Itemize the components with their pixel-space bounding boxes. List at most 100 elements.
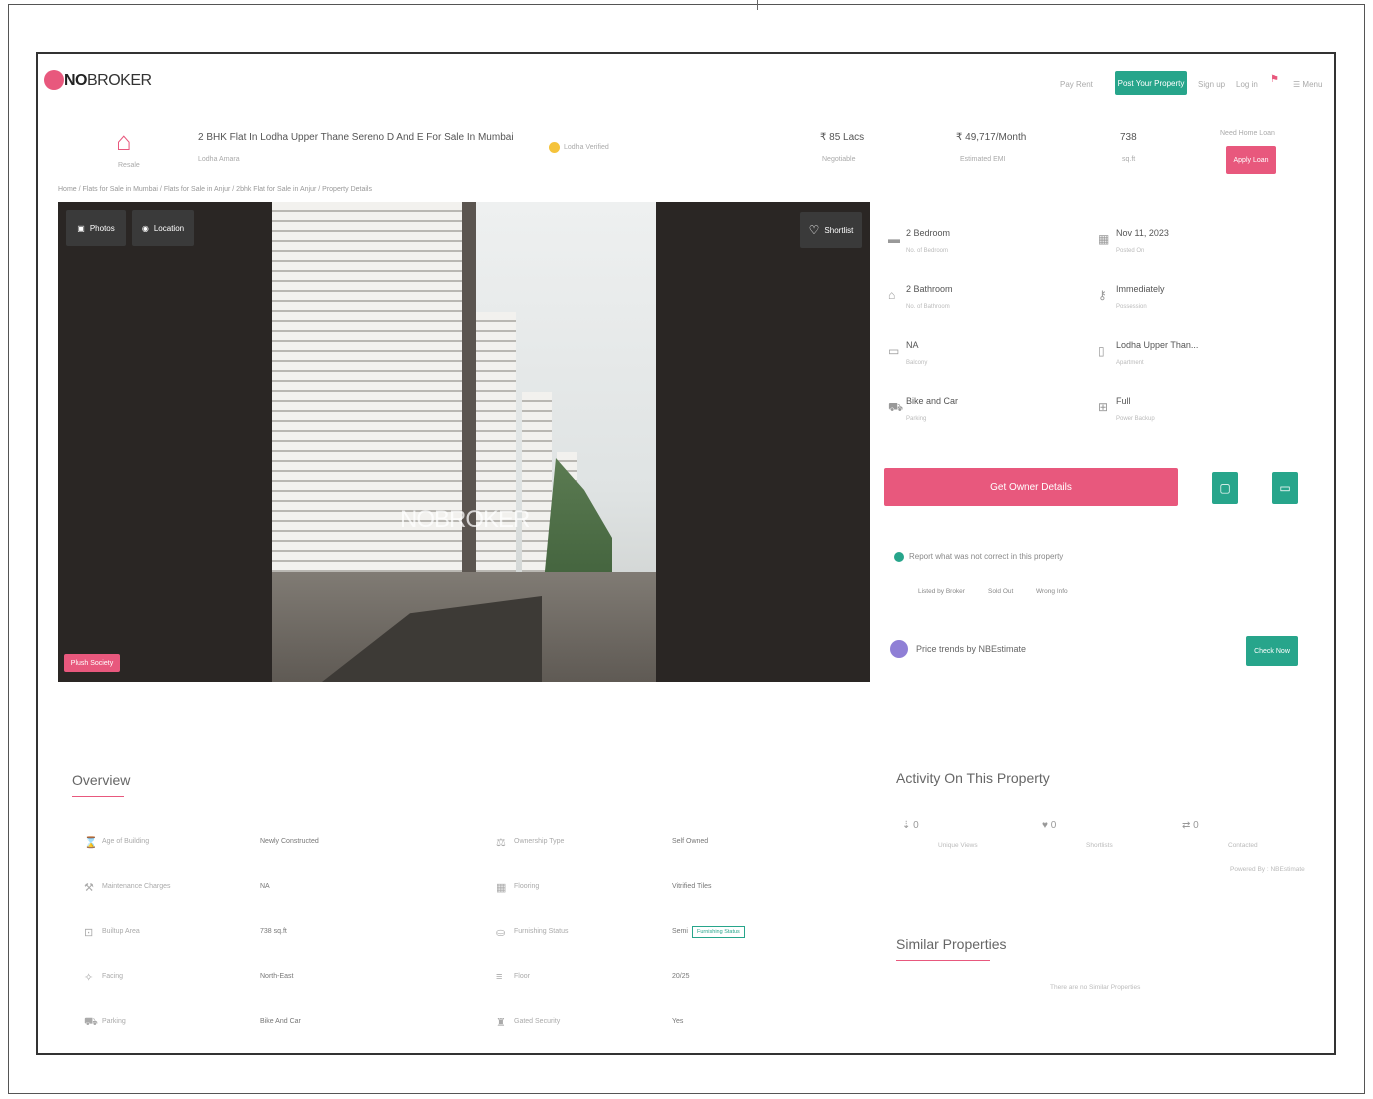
- estimate-icon: [890, 640, 908, 658]
- maintenance-icon: ⚒: [84, 882, 94, 894]
- similar-empty-text: There are no Similar Properties: [1050, 984, 1141, 991]
- apply-loan-button[interactable]: Apply Loan: [1226, 146, 1276, 174]
- furnishing-icon: ⛀: [496, 927, 506, 939]
- notification-icon[interactable]: ⚑: [1270, 74, 1279, 85]
- loan-label: Need Home Loan: [1220, 130, 1275, 137]
- unique-views: ⇣ 0: [902, 820, 919, 831]
- facing-icon: ✧: [84, 972, 94, 984]
- location-button[interactable]: ◉ Location: [132, 210, 194, 246]
- overview-label: Builtup Area: [102, 928, 140, 935]
- parking-icon: ⛟: [84, 1016, 98, 1028]
- contacts: ⇄ 0: [1182, 820, 1199, 831]
- overview-label: Parking: [102, 1018, 126, 1025]
- overview-label: Ownership Type: [514, 838, 565, 845]
- report-text: Report what was not correct in this prop…: [909, 552, 1064, 561]
- overview-value: Newly Constructed: [260, 838, 319, 845]
- overview-value: Self Owned: [672, 838, 709, 845]
- photo-gallery[interactable]: NOBROKER ▣ Photos ◉ Location ♡ Shortlist Pl…: [58, 202, 870, 682]
- detail-value: Lodha Upper Than...: [1116, 340, 1199, 350]
- property-photo[interactable]: NOBROKER: [272, 202, 656, 682]
- breadcrumb[interactable]: Home / Flats for Sale in Mumbai / Flats …: [58, 186, 372, 193]
- overview-label: Flooring: [514, 883, 540, 890]
- unique-views-label: Unique Views: [938, 842, 978, 849]
- tag-listed-by-broker[interactable]: Listed by Broker: [918, 588, 965, 595]
- report-icon: [894, 552, 904, 562]
- overview-label: Facing: [102, 973, 124, 980]
- logo-icon[interactable]: [44, 70, 64, 90]
- chat-button[interactable]: ▭: [1272, 472, 1298, 504]
- menu-icon: ☰: [1293, 80, 1303, 89]
- calendar-icon: ▢: [1219, 481, 1231, 495]
- overview-title[interactable]: Overview: [72, 772, 130, 788]
- detail-label: Power Backup: [1116, 416, 1155, 422]
- views-icon: ⇣: [902, 820, 914, 831]
- check-now-button[interactable]: Check Now: [1246, 636, 1298, 666]
- menu-button[interactable]: ☰ Menu: [1293, 80, 1322, 89]
- emi-label: Estimated EMI: [960, 156, 1006, 163]
- nav-pay-rent[interactable]: Pay Rent: [1060, 80, 1093, 89]
- security-icon: ♜: [496, 1017, 506, 1029]
- verified-label: Lodha Verified: [564, 144, 609, 151]
- bed-icon: ▬: [888, 232, 900, 246]
- tag-wrong-info[interactable]: Wrong Info: [1036, 588, 1068, 595]
- similar-underline: [896, 960, 990, 961]
- calendar-button[interactable]: ▢: [1212, 472, 1238, 504]
- verified-icon: [549, 142, 560, 153]
- logo[interactable]: NOBROKER: [64, 72, 152, 90]
- area-label: sq.ft: [1122, 156, 1136, 163]
- overview-underline: [72, 796, 124, 797]
- shortlist-button[interactable]: ♡ Shortlist: [800, 212, 862, 248]
- page-screenshot: NOBROKER Pay Rent Post Your Property Sig…: [36, 52, 1336, 1055]
- overview-label: Gated Security: [514, 1018, 561, 1025]
- powered-by: Powered By : NBEstimate: [1230, 866, 1305, 873]
- overview-value: 20/25: [672, 973, 690, 980]
- property-type: Resale: [118, 162, 140, 169]
- detail-value: Nov 11, 2023: [1116, 228, 1169, 238]
- car-icon: ⛟: [888, 400, 904, 414]
- get-owner-details-button[interactable]: Get Owner Details: [884, 468, 1178, 506]
- overview-value: North-East: [260, 973, 294, 980]
- area-icon: ⊡: [84, 927, 94, 939]
- post-property-button[interactable]: Post Your Property: [1115, 71, 1187, 95]
- overview-value: Bike And Car: [260, 1018, 301, 1025]
- power-icon: ⊞: [1098, 400, 1109, 414]
- detail-value: 2 Bathroom: [906, 284, 953, 294]
- overview-label: Maintenance Charges: [102, 883, 171, 890]
- overview-label: Age of Building: [102, 838, 150, 845]
- contacts-label: Contacted: [1228, 842, 1258, 849]
- bath-icon: ⌂: [888, 288, 896, 302]
- price-trends-label: Price trends by NBEstimate: [916, 644, 1027, 654]
- photos-button[interactable]: ▣ Photos: [66, 210, 126, 246]
- overview-value: Semi: [672, 928, 688, 935]
- plush-society-badge: Plush Society: [64, 654, 120, 672]
- contact-icon: ⇄: [1182, 820, 1194, 831]
- detail-value: 2 Bedroom: [906, 228, 951, 238]
- detail-label: Possession: [1116, 304, 1147, 310]
- furnishing-badge[interactable]: Furnishing Status: [692, 926, 745, 938]
- overview-value: Yes: [672, 1018, 684, 1025]
- overview-value: NA: [260, 883, 270, 890]
- detail-label: Posted On: [1116, 248, 1145, 254]
- camera-icon: ▣: [77, 223, 85, 233]
- shortlists-label: Shortlists: [1086, 842, 1113, 849]
- home-icon: ⌂: [116, 126, 132, 156]
- property-subtitle: Lodha Amara: [198, 156, 240, 163]
- sign-up-link[interactable]: Sign up: [1198, 80, 1225, 89]
- flooring-icon: ▦: [496, 882, 507, 894]
- tag-sold-out[interactable]: Sold Out: [988, 588, 1013, 595]
- overview-value: 738 sq.ft: [260, 928, 287, 935]
- photo-watermark: NOBROKER: [400, 506, 530, 533]
- detail-label: Balcony: [906, 360, 928, 366]
- age-icon: ⌛: [84, 837, 98, 849]
- overview-value: Vitrified Tiles: [672, 883, 712, 890]
- floor-icon: ≡: [496, 971, 503, 983]
- overview-label: Floor: [514, 973, 530, 980]
- detail-label: No. of Bedroom: [906, 248, 949, 254]
- heart-icon: ♥: [1042, 820, 1051, 831]
- log-in-link[interactable]: Log in: [1236, 80, 1258, 89]
- balcony-icon: ▭: [888, 344, 900, 358]
- price-label: Negotiable: [822, 156, 856, 163]
- detail-label: Apartment: [1116, 360, 1144, 366]
- property-title: 2 BHK Flat In Lodha Upper Thane Sereno D…: [198, 132, 514, 143]
- detail-value: Full: [1116, 396, 1131, 406]
